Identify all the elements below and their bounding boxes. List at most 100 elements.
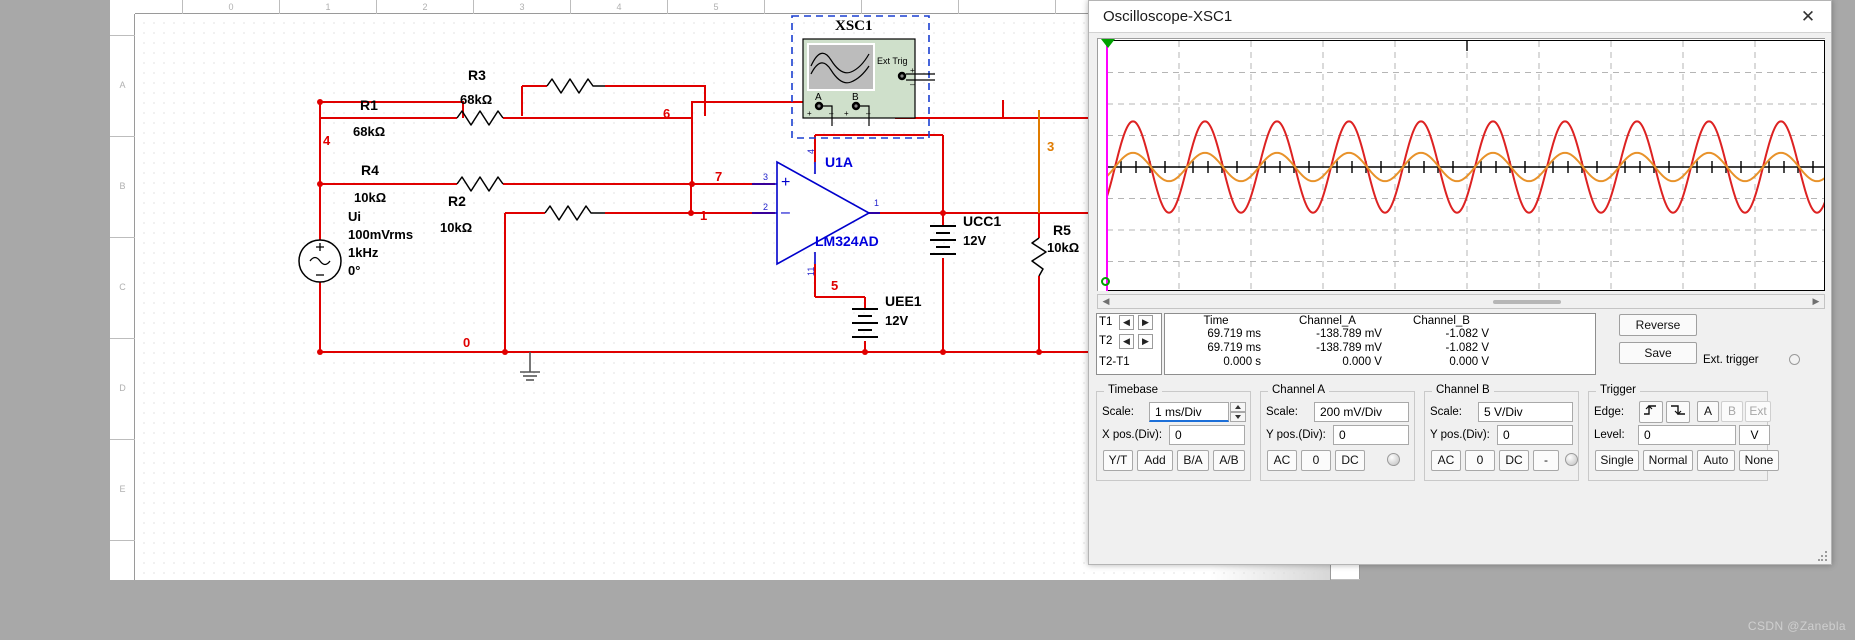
t1-channel-a: -138.789 mV	[1316, 328, 1382, 340]
channel-a-scale-input[interactable]: 200 mV/Div	[1314, 402, 1409, 422]
trigger-level-input[interactable]: 0	[1638, 425, 1736, 445]
cursor-label-t1: T1	[1099, 316, 1113, 328]
opamp-pin-vcc: 4	[806, 148, 816, 154]
t2-right-arrow-icon[interactable]: ▶	[1138, 334, 1153, 349]
scope-b-minus: –	[866, 109, 871, 118]
trigger-level-unit[interactable]: V	[1739, 425, 1770, 445]
ruler-left-tick: C	[119, 282, 126, 292]
channel-b-ypos-input[interactable]: 0	[1497, 425, 1573, 445]
net-label-6: 6	[663, 106, 671, 121]
screen-hscrollbar[interactable]: ◀ ▶	[1097, 294, 1825, 309]
ruler-top-tick: 2	[377, 0, 474, 14]
channel-a-coupling-ac[interactable]: AC	[1267, 450, 1297, 471]
component-ref-R4: R4	[361, 162, 379, 178]
rising-edge-glyph	[1644, 405, 1656, 415]
cursor-row-t2[interactable]: T2 ◀ ▶	[1097, 334, 1163, 351]
timebase-mode-yt[interactable]: Y/T	[1103, 450, 1133, 471]
scroll-right-arrow-icon[interactable]: ▶	[1809, 295, 1823, 308]
trigger-mode-normal[interactable]: Normal	[1643, 450, 1693, 471]
ruler-top-tick: 0	[183, 0, 280, 14]
scope-a-plus: +	[807, 109, 812, 118]
cursor-label-t2: T2	[1099, 335, 1113, 347]
scope-b-plus: +	[844, 109, 849, 118]
cursor-t1-handle-top[interactable]	[1101, 39, 1115, 48]
cursor-row-delta: T2-T1	[1097, 355, 1163, 372]
opamp-pin-out: 1	[874, 198, 880, 208]
reverse-button[interactable]: Reverse	[1619, 314, 1697, 336]
trigger-mode-single[interactable]: Single	[1595, 450, 1639, 471]
channel-b-coupling-gnd[interactable]: 0	[1465, 450, 1495, 471]
timebase-mode-ab[interactable]: A/B	[1213, 450, 1245, 471]
ext-trigger-label: Ext. trigger	[1703, 354, 1759, 366]
scope-screen[interactable]	[1107, 40, 1825, 291]
channel-a-group: Channel A Scale: 200 mV/Div Y pos.(Div):…	[1260, 384, 1415, 481]
ext-trigger-indicator[interactable]	[1789, 354, 1800, 365]
timebase-scale-input[interactable]: 1 ms/Div	[1149, 402, 1229, 422]
channel-a-coupling-gnd[interactable]: 0	[1301, 450, 1331, 471]
scope-titlebar[interactable]: Oscilloscope-XSC1 ✕	[1089, 1, 1831, 33]
trigger-source-a[interactable]: A	[1697, 401, 1719, 422]
trigger-mode-none[interactable]: None	[1739, 450, 1779, 471]
scope-screen-frame	[1097, 38, 1825, 291]
component-value-R1: 68kΩ	[353, 124, 386, 139]
channel-b-coupling-ac[interactable]: AC	[1431, 450, 1461, 471]
timebase-group: Timebase Scale: 1 ms/Div X pos.(Div): 0 …	[1096, 384, 1251, 481]
opamp-inverting-symbol: –	[781, 204, 790, 221]
timebase-mode-ba[interactable]: B/A	[1177, 450, 1209, 471]
oscilloscope-window[interactable]: Oscilloscope-XSC1 ✕ ◀ ▶ T1 ◀ ▶ T2 ◀ ▶ T2…	[1088, 0, 1832, 565]
scope-window-title: Oscilloscope-XSC1	[1103, 8, 1233, 25]
trigger-source-ext[interactable]: Ext	[1745, 401, 1771, 422]
window-resize-grip[interactable]	[1818, 551, 1828, 561]
net-label-3: 3	[1047, 139, 1055, 154]
net-label-7: 7	[715, 169, 723, 184]
net-label-5: 5	[831, 278, 839, 293]
trigger-edge-rising-icon[interactable]	[1639, 401, 1663, 423]
channel-a-indicator[interactable]	[1387, 453, 1400, 466]
instrument-label-xsc1: XSC1	[835, 18, 873, 34]
ruler-left-tick: A	[119, 80, 126, 90]
col-header-channel-b: Channel_B	[1413, 315, 1470, 327]
ruler-top-tick: 1	[280, 0, 377, 14]
timebase-scale-down-icon[interactable]	[1230, 412, 1246, 422]
cursor-control-panel[interactable]: T1 ◀ ▶ T2 ◀ ▶ T2-T1	[1096, 313, 1162, 375]
waveform-plot	[1107, 41, 1824, 290]
t1-right-arrow-icon[interactable]: ▶	[1138, 315, 1153, 330]
save-button[interactable]: Save	[1619, 342, 1697, 364]
opamp-part: LM324AD	[815, 233, 879, 249]
scroll-left-arrow-icon[interactable]: ◀	[1099, 295, 1113, 308]
ruler-left-tick: E	[119, 484, 126, 494]
cursor-t1-line[interactable]	[1106, 41, 1108, 291]
timebase-scale-label: Scale:	[1102, 406, 1134, 418]
channel-b-invert[interactable]: -	[1533, 450, 1559, 471]
watermark: CSDN @Zanebla	[1747, 619, 1846, 633]
t1-left-arrow-icon[interactable]: ◀	[1119, 315, 1134, 330]
cursor-row-t1[interactable]: T1 ◀ ▶	[1097, 315, 1163, 332]
trigger-edge-falling-icon[interactable]	[1666, 401, 1690, 423]
source-frequency: 1kHz	[348, 245, 379, 260]
component-ref-UCC1: UCC1	[963, 213, 1002, 229]
channel-a-coupling-dc[interactable]: DC	[1335, 450, 1365, 471]
trigger-mode-auto[interactable]: Auto	[1697, 450, 1735, 471]
timebase-scale-up-icon[interactable]	[1230, 402, 1246, 412]
t2-left-arrow-icon[interactable]: ◀	[1119, 334, 1134, 349]
cursor-t1-handle-bottom[interactable]	[1101, 277, 1110, 286]
table-header-row: Time Channel_A Channel_B	[1165, 315, 1495, 327]
channel-b-indicator[interactable]	[1565, 453, 1578, 466]
scope-terminal-a-label: A	[815, 92, 822, 103]
timebase-xpos-input[interactable]: 0	[1169, 425, 1245, 445]
timebase-mode-add[interactable]: Add	[1137, 450, 1173, 471]
channel-b-coupling-dc[interactable]: DC	[1499, 450, 1529, 471]
t2-channel-a: -138.789 mV	[1316, 342, 1382, 354]
source-ref-Ui: Ui	[348, 209, 361, 224]
close-icon[interactable]: ✕	[1785, 1, 1831, 32]
channel-a-ypos-input[interactable]: 0	[1333, 425, 1409, 445]
ruler-vertical: A B C D E	[110, 14, 135, 601]
channel-b-scale-input[interactable]: 5 V/Div	[1478, 402, 1573, 422]
trigger-caption: Trigger	[1596, 384, 1640, 396]
channel-a-caption: Channel A	[1268, 384, 1330, 396]
t2-time: 69.719 ms	[1207, 342, 1262, 354]
component-value-R3: 68kΩ	[460, 92, 493, 107]
ruler-left-tick: B	[119, 181, 126, 191]
trigger-source-b[interactable]: B	[1721, 401, 1743, 422]
scroll-thumb[interactable]	[1493, 300, 1561, 304]
